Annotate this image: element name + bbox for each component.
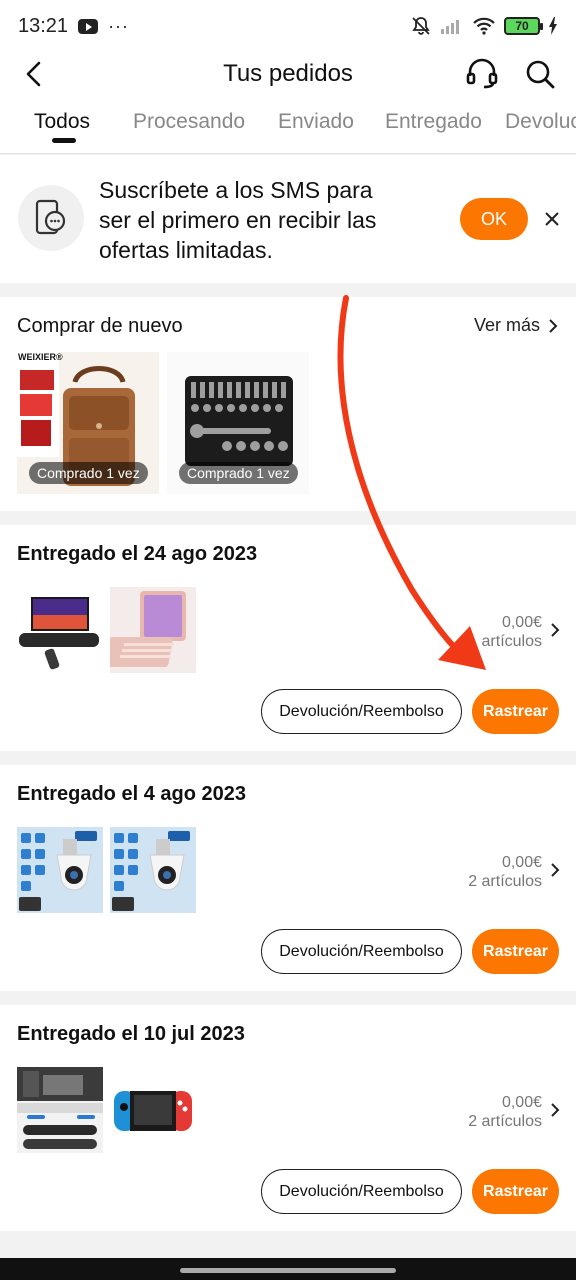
bought-count-badge: Comprado 1 vez <box>29 462 148 484</box>
more-notifications-icon: ··· <box>108 15 130 36</box>
charging-icon <box>549 17 557 35</box>
sms-banner-text: Suscríbete a los SMS para ser el primero… <box>99 175 439 265</box>
order-product-thumb <box>110 587 196 673</box>
buy-again-section: Comprar de nuevo Ver más WEIXIER® Compra… <box>0 297 576 511</box>
order-summary: 0,00€ artículos <box>482 613 542 651</box>
sms-text-line: ser el primero en recibir las <box>99 207 377 233</box>
chevron-left-icon <box>26 61 41 87</box>
sms-phone-icon <box>18 185 84 251</box>
sms-subscribe-banner: Suscríbete a los SMS para ser el primero… <box>0 155 576 283</box>
order-product-thumb <box>17 1067 103 1153</box>
chevron-right-icon <box>549 318 558 333</box>
sms-text-line: Suscríbete a los SMS para <box>99 177 373 203</box>
tablet-keyboard-case-image <box>110 587 196 673</box>
signal-icon <box>441 20 459 34</box>
youtube-icon <box>78 18 99 34</box>
close-icon <box>545 212 559 226</box>
home-indicator[interactable] <box>180 1268 396 1273</box>
sms-text-line: ofertas limitadas. <box>99 237 273 263</box>
home-theater-soundbar-image <box>17 1067 103 1153</box>
return-refund-button[interactable]: Devolución/Reembolso <box>261 929 462 974</box>
bought-count-badge: Comprado 1 vez <box>179 462 298 484</box>
sms-close-button[interactable] <box>538 205 566 233</box>
return-refund-button[interactable]: Devolución/Reembolso <box>261 1169 462 1214</box>
brand-text: WEIXIER® <box>18 352 63 362</box>
status-time: 13:21 <box>18 14 69 37</box>
order-card[interactable]: Entregado el 10 jul 2023 0,00€ 2 artícul… <box>0 1005 576 1231</box>
order-item-count: 2 artículos <box>468 873 542 890</box>
order-card[interactable]: Entregado el 4 ago 2023 0,00€ 2 artículo… <box>0 765 576 991</box>
tab-todos[interactable]: Todos <box>34 110 90 134</box>
tab-devoluciones[interactable]: Devoluc <box>505 110 576 134</box>
see-more-link[interactable]: Ver más <box>474 315 558 336</box>
track-button[interactable]: Rastrear <box>472 689 559 734</box>
return-refund-button[interactable]: Devolución/Reembolso <box>261 689 462 734</box>
tab-procesando[interactable]: Procesando <box>133 110 245 134</box>
bulb-camera-image <box>110 827 196 913</box>
status-bar: 13:21 ··· 70 <box>0 0 576 52</box>
order-card[interactable]: Entregado el 24 ago 2023 0,00€ artículos… <box>0 525 576 751</box>
order-item-count: artículos <box>481 633 542 650</box>
order-product-thumb <box>17 587 103 673</box>
order-delivery-date: Entregado el 4 ago 2023 <box>17 783 246 805</box>
see-more-label: Ver más <box>473 315 540 335</box>
bell-off-icon <box>412 17 430 35</box>
track-button[interactable]: Rastrear <box>472 929 559 974</box>
tab-entregado[interactable]: Entregado <box>385 110 482 134</box>
order-total: 0,00€ <box>501 614 542 631</box>
order-summary: 0,00€ 2 artículos <box>468 853 542 891</box>
customer-support-button[interactable] <box>462 56 502 92</box>
order-status-tabs: Todos Procesando Enviado Entregado Devol… <box>0 96 576 154</box>
wifi-icon <box>473 17 495 35</box>
tv-soundbar-image <box>17 587 103 673</box>
order-item-count: 2 artículos <box>468 1113 542 1130</box>
app-header: Tus pedidos <box>0 52 576 96</box>
battery-icon: 70 <box>504 17 543 35</box>
sms-ok-button[interactable]: OK <box>460 198 528 240</box>
handheld-console-image <box>110 1067 196 1153</box>
buy-again-product[interactable]: Comprado 1 vez <box>167 352 309 494</box>
order-product-thumb <box>17 827 103 913</box>
order-delivery-date: Entregado el 24 ago 2023 <box>17 543 258 565</box>
order-product-thumb <box>110 827 196 913</box>
track-button[interactable]: Rastrear <box>472 1169 559 1214</box>
active-tab-indicator <box>52 138 76 143</box>
order-delivery-date: Entregado el 10 jul 2023 <box>17 1023 245 1045</box>
order-product-thumb <box>110 1067 196 1153</box>
headset-icon <box>466 58 498 89</box>
tab-enviado[interactable]: Enviado <box>278 110 354 134</box>
buy-again-title: Comprar de nuevo <box>17 315 183 337</box>
back-button[interactable] <box>16 56 52 92</box>
order-total: 0,00€ <box>501 854 542 871</box>
chevron-right-icon[interactable] <box>550 862 560 878</box>
buy-again-product[interactable]: WEIXIER® Comprado 1 vez <box>17 352 159 494</box>
chevron-right-icon[interactable] <box>550 1102 560 1118</box>
search-icon <box>526 60 555 89</box>
bulb-camera-image <box>17 827 103 913</box>
order-total: 0,00€ <box>501 1094 542 1111</box>
chevron-right-icon[interactable] <box>550 622 560 638</box>
order-summary: 0,00€ 2 artículos <box>468 1093 542 1131</box>
search-button[interactable] <box>520 56 560 92</box>
